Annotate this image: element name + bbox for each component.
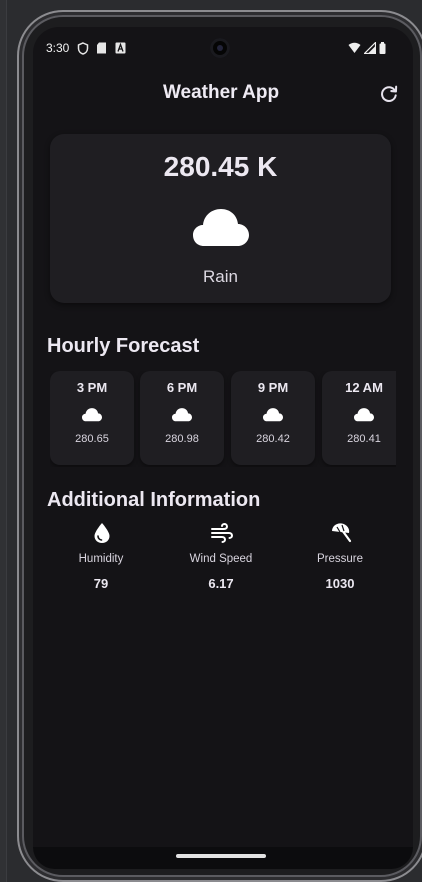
navigation-bar: [33, 847, 413, 869]
humidity-value: 79: [93, 576, 109, 591]
home-indicator[interactable]: [176, 854, 266, 858]
pressure-label: Pressure: [316, 553, 364, 565]
additional-info-title: Additional Information: [47, 489, 261, 511]
hour-temp: 280.98: [165, 433, 199, 445]
cell-signal-icon: [364, 42, 376, 54]
hourly-card: 9 PM 280.42: [231, 371, 315, 465]
beach-umbrella-icon: [332, 523, 352, 543]
current-temperature: 280.45 K: [163, 151, 278, 182]
sd-card-icon: [97, 42, 106, 54]
cloud-icon: [172, 408, 192, 422]
pressure-info: Pressure 1030: [285, 521, 395, 601]
hourly-card: 12 AM 280.41: [322, 371, 396, 465]
cloud-icon: [263, 408, 283, 422]
app-title: Weather App: [162, 82, 280, 103]
battery-icon: [379, 42, 386, 54]
shield-icon: [77, 42, 89, 55]
wind-icon: [211, 522, 234, 543]
wind-speed-value: 6.17: [208, 576, 234, 591]
hourly-forecast-list[interactable]: 3 PM 280.65 6 PM 280.98 9 PM 280.42 12 A…: [50, 371, 396, 467]
hour-temp: 280.41: [347, 433, 381, 445]
hour-temp: 280.42: [256, 433, 290, 445]
water-drop-icon: [94, 523, 110, 543]
humidity-label: Humidity: [78, 553, 124, 565]
hour-temp: 280.65: [75, 433, 109, 445]
emulator-window-edge: [0, 0, 7, 882]
front-camera: [210, 38, 230, 58]
hour-time: 3 PM: [76, 380, 108, 395]
hour-time: 12 AM: [345, 380, 383, 395]
pressure-value: 1030: [325, 576, 355, 591]
cloud-icon: [82, 408, 102, 422]
current-weather-card: 280.45 K Rain: [50, 134, 391, 303]
status-clock: 3:30: [46, 41, 70, 55]
hourly-forecast-title: Hourly Forecast: [47, 335, 200, 357]
app-screen: 3:30 Weather App 280.45 K Rain Hourly Fo…: [33, 27, 413, 847]
wind-speed-label: Wind Speed: [189, 553, 253, 565]
hourly-card: 3 PM 280.65: [50, 371, 134, 465]
wind-speed-info: Wind Speed 6.17: [166, 521, 276, 601]
refresh-icon[interactable]: [378, 83, 400, 105]
humidity-info: Humidity 79: [46, 521, 156, 601]
hour-time: 9 PM: [257, 380, 289, 395]
hourly-card: 6 PM 280.98: [140, 371, 224, 465]
cloud-icon: [354, 408, 374, 422]
wifi-icon: [348, 42, 361, 53]
font-a-icon: [115, 42, 126, 54]
cloud-icon: [193, 209, 249, 246]
current-condition: Rain: [203, 267, 238, 286]
hour-time: 6 PM: [166, 380, 198, 395]
